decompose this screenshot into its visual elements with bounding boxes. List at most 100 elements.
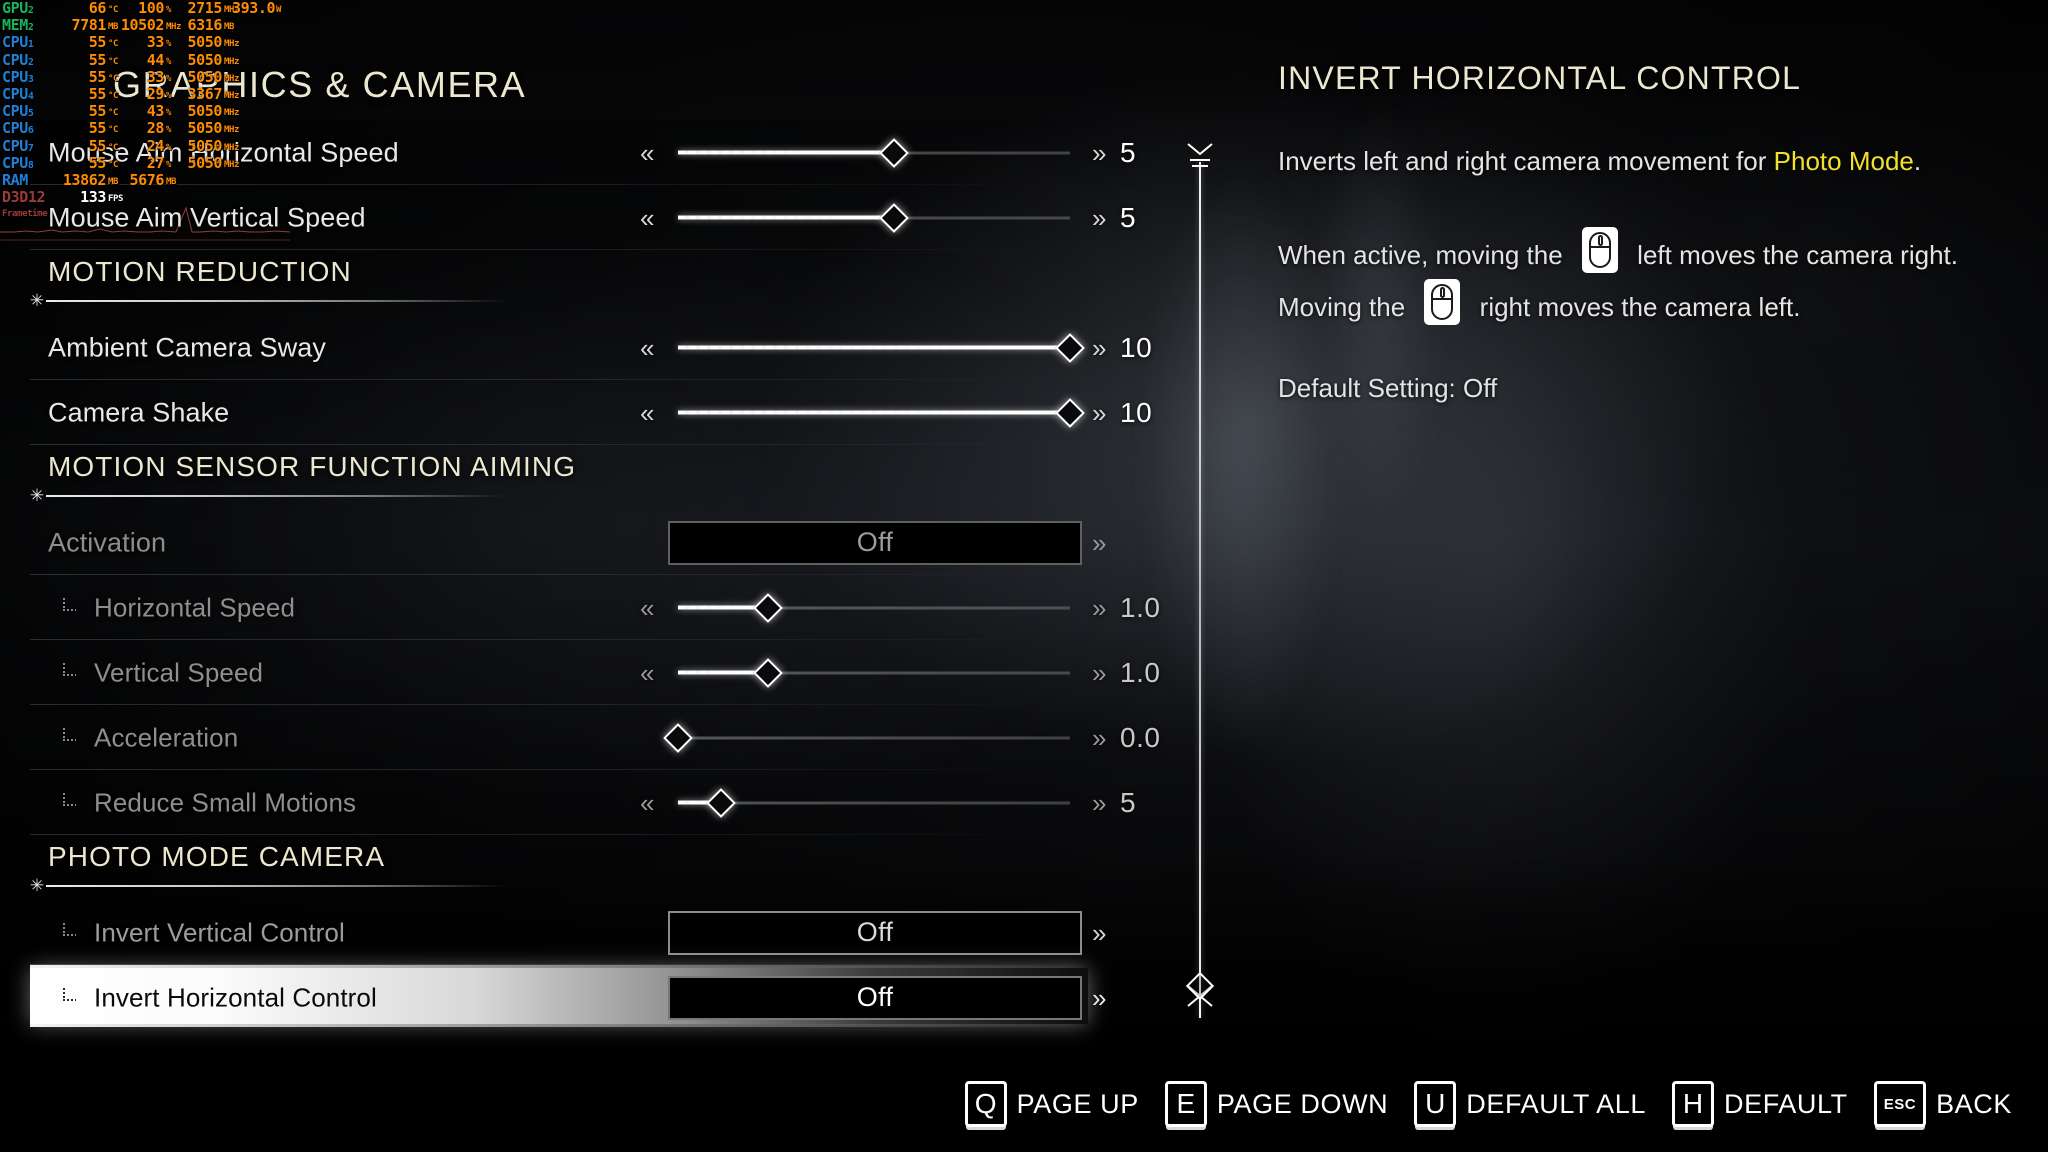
- dropdown-box[interactable]: Off: [668, 910, 1082, 955]
- slider-track[interactable]: [678, 800, 1070, 805]
- scrollbar[interactable]: [1180, 140, 1220, 1040]
- slider-increase-icon[interactable]: »: [1092, 660, 1106, 686]
- tree-branch-icon: [60, 662, 82, 684]
- slider-track[interactable]: [678, 670, 1070, 675]
- hwmon-value: 55: [88, 67, 107, 86]
- hwmon-value: 55: [88, 153, 107, 172]
- slider-increase-icon[interactable]: »: [1092, 595, 1106, 621]
- slider-value: 5: [1120, 786, 1137, 818]
- key-cap-q[interactable]: Q: [964, 1081, 1007, 1127]
- hwmon-value: 10502: [120, 16, 165, 35]
- dropdown-next-icon[interactable]: »: [1092, 985, 1106, 1011]
- slider-handle[interactable]: [1055, 332, 1085, 363]
- hwmon-value: 66: [88, 0, 107, 17]
- setting-row-dropdown[interactable]: Activation Off »: [0, 510, 1140, 575]
- hwmon-row: CPU7 55 °C 24% 5050 MHz: [0, 137, 1140, 155]
- hwmon-row: CPU1 55 °C 33% 5050 MHz: [0, 34, 1140, 51]
- slider-handle[interactable]: [663, 722, 693, 753]
- footer-hint-label: PAGE DOWN: [1216, 1088, 1389, 1119]
- setting-row-slider[interactable]: Acceleration » 0.0: [0, 705, 1160, 770]
- section-header: MOTION REDUCTION: [0, 250, 1140, 315]
- slider-track[interactable]: [678, 736, 1070, 739]
- slider-decrease-icon[interactable]: «: [640, 660, 654, 686]
- info-p2-c: right moves the camera left.: [1479, 292, 1801, 322]
- hwmon-value: 55: [88, 84, 107, 103]
- footer-hint[interactable]: U DEFAULT ALL: [1414, 1081, 1646, 1127]
- slider-handle[interactable]: [1055, 397, 1085, 428]
- dropdown-next-icon[interactable]: »: [1092, 920, 1106, 946]
- key-cap-e[interactable]: E: [1164, 1081, 1207, 1127]
- info-paragraph-2: When active, moving the left moves the c…: [1278, 227, 1978, 331]
- tree-branch-icon: [60, 922, 82, 944]
- footer-hint[interactable]: ESC BACK: [1873, 1081, 2012, 1127]
- footer-hint[interactable]: E PAGE DOWN: [1164, 1081, 1389, 1127]
- slider-increase-icon[interactable]: »: [1092, 335, 1106, 361]
- slider-value: 1.0: [1120, 591, 1161, 623]
- dropdown-box[interactable]: Off: [668, 520, 1082, 565]
- hwmon-row: CPU5 55 °C 43% 5050 MHz: [0, 102, 1140, 121]
- hwmon-value: 13862: [62, 170, 107, 189]
- selection-edge-bottom: [30, 1024, 1088, 1027]
- slider-handle[interactable]: [753, 592, 784, 623]
- section-divider-ornament-icon: [26, 487, 48, 505]
- slider-handle[interactable]: [753, 657, 784, 688]
- key-cap-esc[interactable]: ESC: [1873, 1081, 1927, 1127]
- hardware-monitor-overlay: GPU2 66 °C 100% 2715 MHz 393.0 W MEM2 7781 MB 10502…: [0, 0, 1140, 223]
- setting-row-slider[interactable]: Camera Shake « » 10: [0, 380, 1152, 445]
- section-title: MOTION REDUCTION: [48, 256, 352, 287]
- hwmon-row: CPU8 55 °C 27% 5050 MHz: [0, 153, 1140, 172]
- tree-branch-icon: [60, 597, 82, 619]
- dropdown-next-icon[interactable]: »: [1092, 530, 1106, 556]
- setting-row-slider[interactable]: Vertical Speed « » 1.0: [0, 640, 1160, 705]
- section-header: PHOTO MODE CAMERA: [0, 835, 1140, 900]
- slider-fill: [678, 410, 1070, 415]
- hwmon-value: 33: [146, 33, 165, 52]
- info-paragraph-1: Inverts left and right camera movement f…: [1278, 137, 1978, 185]
- hwmon-row: CPU4 55 °C 29% 3367 MHz: [0, 84, 1140, 103]
- tree-branch-icon: [60, 792, 82, 814]
- hwmon-value: 5050: [187, 50, 222, 69]
- hwmon-value: 5050: [187, 153, 222, 172]
- hwmon-value: 5050: [187, 67, 222, 86]
- key-cap-h[interactable]: H: [1671, 1081, 1714, 1127]
- slider-fill: [678, 345, 1070, 350]
- setting-row-slider[interactable]: Reduce Small Motions « » 5: [0, 770, 1140, 835]
- hwmon-row: MEM2 7781 MB 10502 MHz 6316 MB: [0, 16, 1140, 35]
- slider-track[interactable]: [678, 605, 1070, 610]
- setting-label: Vertical Speed: [94, 657, 264, 687]
- hwmon-value: 5050: [187, 33, 222, 52]
- slider-track[interactable]: [678, 345, 1070, 350]
- setting-label: Camera Shake: [48, 397, 230, 427]
- setting-row-dropdown[interactable]: Invert Vertical Control Off »: [0, 900, 1140, 965]
- footer-hint[interactable]: Q PAGE UP: [964, 1081, 1139, 1127]
- footer-hint-label: DEFAULT ALL: [1466, 1088, 1646, 1119]
- hwmon-value: 44: [146, 50, 165, 69]
- hwmon-value: 5676: [129, 170, 164, 189]
- hwmon-fps-row: D3D12 133 FPS: [0, 188, 1140, 206]
- footer-hint[interactable]: H DEFAULT: [1671, 1081, 1848, 1127]
- slider-decrease-icon[interactable]: «: [640, 595, 654, 621]
- dropdown-box[interactable]: Off: [668, 975, 1082, 1020]
- hwmon-value: 43: [146, 102, 165, 121]
- scroll-up-arrow-icon[interactable]: [1180, 140, 1220, 172]
- slider-decrease-icon[interactable]: «: [640, 335, 654, 361]
- scroll-up-arrow-glyph: [1187, 143, 1213, 167]
- slider-decrease-icon[interactable]: «: [640, 790, 654, 816]
- slider-increase-icon[interactable]: »: [1092, 400, 1106, 426]
- dropdown-value: Off: [856, 917, 894, 947]
- setting-row-slider[interactable]: Ambient Camera Sway « » 10: [0, 315, 1152, 380]
- slider-track[interactable]: [678, 410, 1070, 415]
- hwmon-frametime-label: Frametime: [2, 209, 48, 220]
- setting-row-slider[interactable]: Horizontal Speed « » 1.0: [0, 575, 1160, 640]
- info-p1-before: Inverts left and right camera movement f…: [1278, 146, 1774, 176]
- hwmon-value: 6316: [187, 16, 222, 35]
- section-divider-ornament-icon: [26, 292, 48, 310]
- setting-row-dropdown[interactable]: Invert Horizontal Control Off »: [0, 965, 1140, 1030]
- hwmon-value: 3367: [187, 84, 222, 103]
- slider-decrease-icon[interactable]: «: [640, 400, 654, 426]
- slider-handle[interactable]: [706, 787, 736, 818]
- section-divider: [46, 495, 506, 497]
- key-cap-u[interactable]: U: [1414, 1081, 1457, 1127]
- slider-increase-icon[interactable]: »: [1092, 790, 1106, 816]
- slider-increase-icon[interactable]: »: [1092, 725, 1106, 751]
